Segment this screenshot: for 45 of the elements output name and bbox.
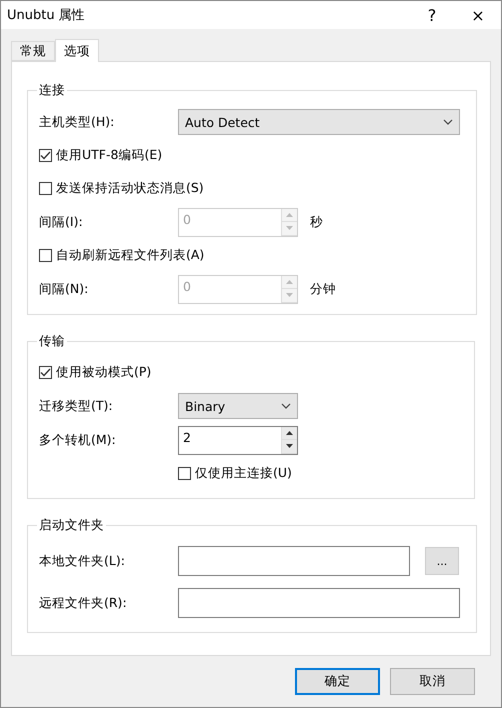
group-title: 传输 [38, 333, 66, 350]
input-field[interactable] [178, 588, 460, 618]
spin-field[interactable]: 2 [178, 426, 298, 454]
checkbox-label: 发送保持活动状态消息(S) [56, 180, 204, 197]
checkbox-label: 仅使用主连接(U) [195, 465, 292, 482]
field-label: 迁移类型(T): [39, 398, 114, 414]
field-label: 主机类型(H): [39, 114, 116, 130]
field-label: 间隔(N): [39, 280, 90, 298]
unit-label: 秒 [310, 214, 323, 230]
caret-icon [281, 403, 291, 409]
down-arrow-icon [286, 226, 293, 230]
checkbox[interactable] [39, 182, 52, 195]
close-button[interactable]: × [455, 1, 501, 29]
window-title: Unubtu 属性 [7, 7, 86, 24]
down-arrow-icon [286, 444, 293, 448]
tab[interactable]: 选项 [55, 39, 99, 62]
up-arrow-icon [286, 212, 293, 217]
field-label: 远程文件夹(R): [39, 594, 128, 612]
dropdown[interactable]: Binary [178, 393, 298, 419]
dialog-button[interactable]: 取消 [390, 668, 475, 695]
unit-label: 分钟 [310, 280, 336, 298]
help-button[interactable]: ? [409, 1, 455, 29]
dialog-button[interactable]: 确定 [295, 668, 380, 695]
field-label: 间隔(I): [39, 214, 84, 230]
checkbox[interactable] [39, 366, 52, 379]
checkbox[interactable] [39, 249, 52, 262]
up-arrow-icon [286, 280, 293, 284]
checkbox-label: 自动刷新远程文件列表(A) [56, 247, 204, 264]
down-arrow-icon [286, 293, 293, 298]
group-title: 启动文件夹 [38, 517, 105, 534]
spin-down-button[interactable] [282, 440, 297, 454]
field-label: 本地文件夹(L): [39, 552, 126, 570]
spin-up-button[interactable] [282, 426, 297, 440]
checkbox-label: 使用被动模式(P) [56, 364, 152, 381]
checkbox[interactable] [39, 149, 52, 162]
browse-button[interactable]: ... [425, 547, 459, 575]
tab[interactable]: 常规 [11, 41, 55, 61]
caret-icon [443, 119, 453, 125]
field-label: 多个转机(M): [39, 432, 117, 448]
group-title: 连接 [38, 82, 66, 99]
input-field[interactable] [178, 546, 410, 576]
up-arrow-icon [286, 430, 293, 435]
dropdown[interactable]: Auto Detect [178, 109, 460, 135]
checkbox-label: 使用UTF-8编码(E) [56, 147, 162, 164]
checkbox[interactable] [178, 467, 191, 480]
